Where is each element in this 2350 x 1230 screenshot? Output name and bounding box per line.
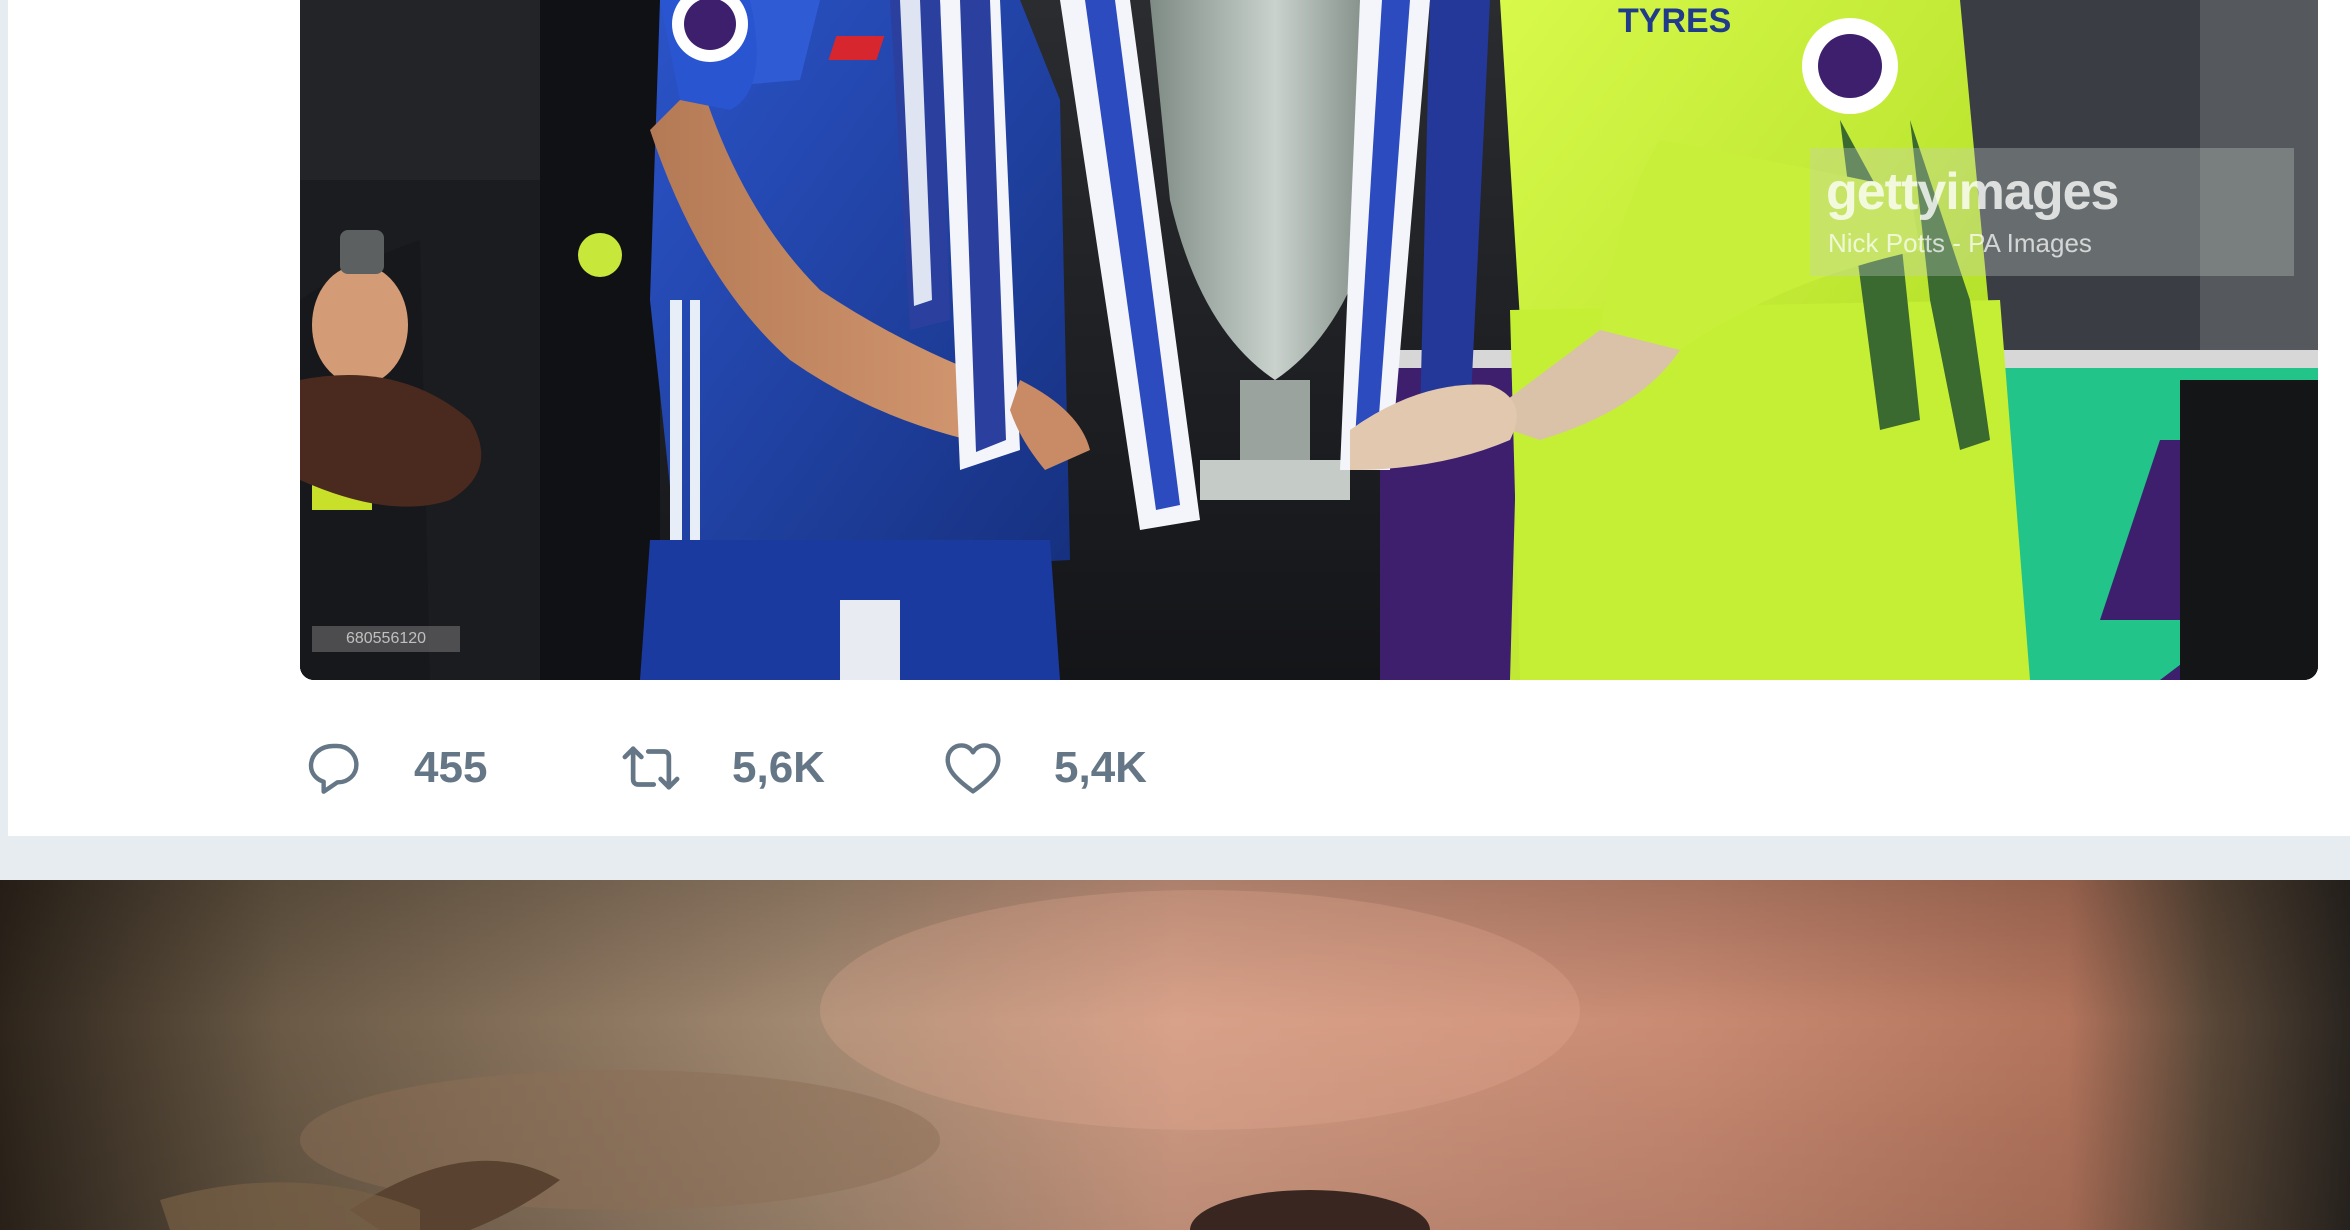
retweet-count: 5,6K (732, 743, 825, 792)
tweet-actions: 455 5,6K 5,4K (300, 728, 1240, 808)
getty-watermark: gettyimages Nick Potts - PA Images (1810, 148, 2294, 276)
reply-icon (300, 735, 366, 801)
next-media-frame[interactable] (0, 880, 2350, 1230)
watermark-credit: Nick Potts - PA Images (1828, 228, 2092, 258)
kit-sponsor-text: TYRES (1618, 2, 1732, 40)
heart-icon (940, 735, 1006, 801)
reply-count: 455 (414, 743, 488, 792)
feed-divider (0, 836, 2350, 880)
reply-button[interactable]: 455 (300, 735, 618, 801)
retweet-button[interactable]: 5,6K (618, 735, 940, 801)
tweet-card: TYRES gettyimages Nick Potts - PA Images… (0, 0, 2350, 836)
trophy-photo (300, 0, 2318, 680)
watermark-brand: gettyimages (1826, 163, 2119, 221)
tweet-media-image[interactable]: TYRES gettyimages Nick Potts - PA Images… (300, 0, 2318, 680)
page: TYRES gettyimages Nick Potts - PA Images… (0, 0, 2350, 1230)
like-count: 5,4K (1054, 743, 1147, 792)
image-id-label: 680556120 (312, 626, 460, 652)
like-button[interactable]: 5,4K (940, 735, 1240, 801)
retweet-icon (618, 735, 684, 801)
face-closeup-image (0, 880, 2350, 1230)
